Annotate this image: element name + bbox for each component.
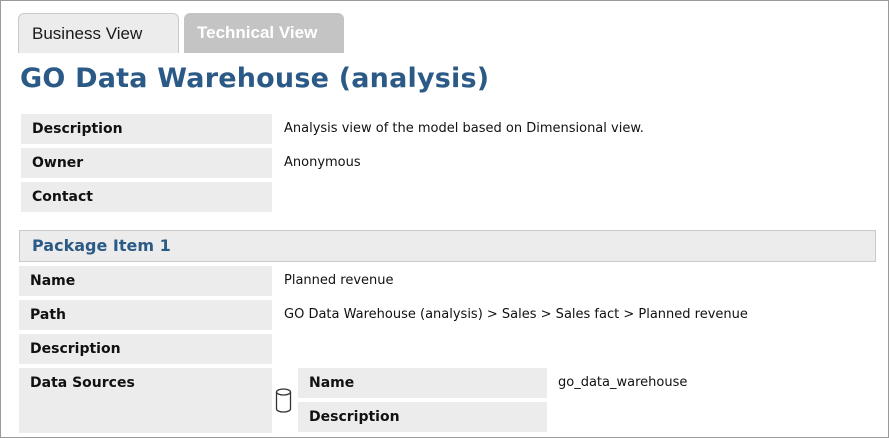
tab-technical-view[interactable]: Technical View — [184, 13, 344, 53]
database-icon — [275, 388, 292, 413]
page-title: GO Data Warehouse (analysis) — [20, 63, 490, 94]
item-path-label: Path — [19, 300, 272, 330]
tab-business-view[interactable]: Business View — [18, 13, 179, 53]
package-item-header: Package Item 1 — [19, 230, 876, 262]
description-value: Analysis view of the model based on Dime… — [284, 121, 644, 136]
owner-label: Owner — [21, 148, 272, 178]
item-name-value: Planned revenue — [284, 273, 394, 288]
data-sources-label: Data Sources — [19, 368, 272, 433]
contact-label: Contact — [21, 182, 272, 212]
data-source-name-value: go_data_warehouse — [558, 375, 688, 390]
content-frame: Business View Technical View GO Data War… — [0, 0, 889, 438]
item-name-label: Name — [19, 266, 272, 296]
item-description-label: Description — [19, 334, 272, 364]
data-source-name-label: Name — [298, 368, 547, 398]
owner-value: Anonymous — [284, 155, 361, 170]
description-label: Description — [21, 114, 272, 144]
data-source-description-label: Description — [298, 402, 547, 432]
item-path-value: GO Data Warehouse (analysis) > Sales > S… — [284, 307, 748, 322]
